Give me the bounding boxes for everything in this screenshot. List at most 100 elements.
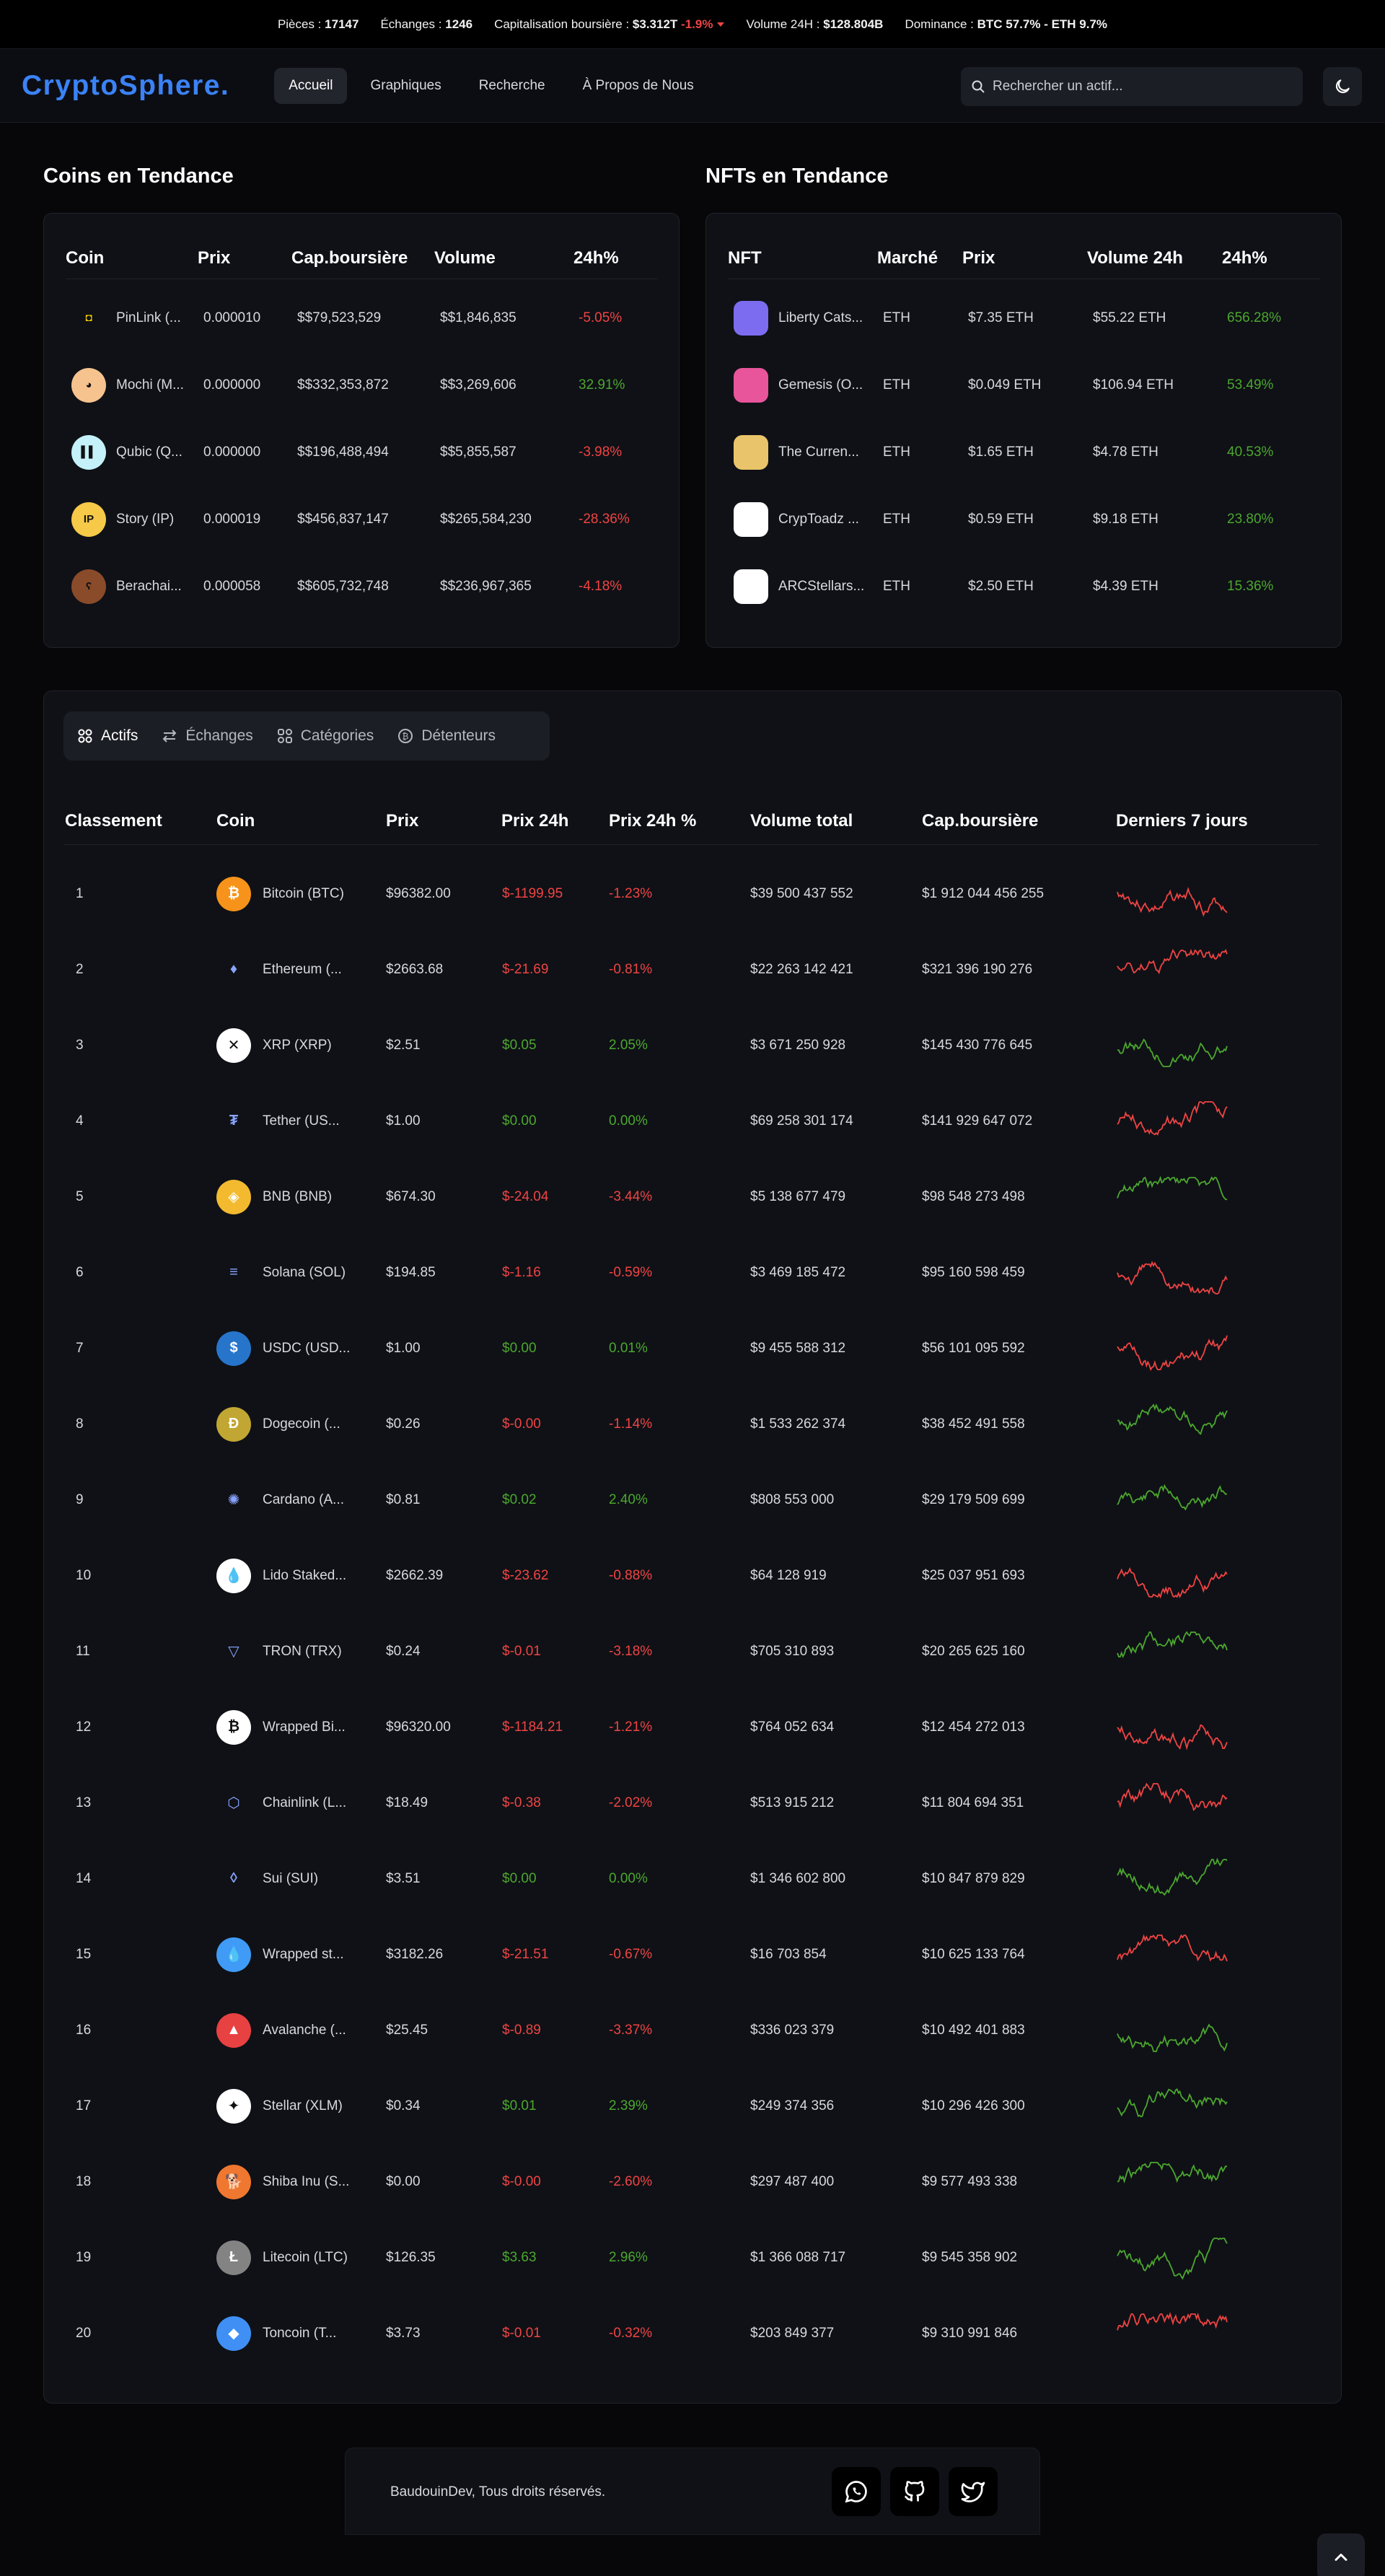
nft-cell: ARCStellars... [734, 553, 874, 620]
rank-cell: 4 [76, 1113, 84, 1129]
trending-nft-row[interactable]: Gemesis (O... ETH $0.049 ETH $106.94 ETH 53.… [706, 351, 1341, 419]
col-header-price-24h-pct[interactable]: Prix 24h % [609, 811, 696, 831]
global-stats-bar: Pièces : 17147 Échanges : 1246 Capitalis… [0, 0, 1385, 49]
table-row[interactable]: 11 $0.24 $-0.01 -3.18% $705 310 893 $20 265 6… [0, 1613, 1385, 1689]
price-24h-pct-cell: -1.23% [609, 885, 653, 901]
table-row[interactable]: 6 $194.85 $-1.16 -0.59% $3 469 185 472 $95 16… [0, 1235, 1385, 1310]
table-row[interactable]: 18 $0.00 $-0.00 -2.60% $297 487 400 $9 577 49… [0, 2144, 1385, 2220]
trending-nft-row[interactable]: Liberty Cats... ETH $7.35 ETH $55.22 ETH 656… [706, 284, 1341, 351]
tab-categories[interactable]: Catégories [276, 727, 374, 745]
table-row[interactable]: 13 $18.49 $-0.38 -2.02% $513 915 212 $11 804 … [0, 1765, 1385, 1841]
trending-coin-row[interactable]: IP Story (IP) 0.000019 $$456,837,147 $$265,5… [44, 486, 679, 553]
col-header-price[interactable]: Prix [386, 811, 418, 831]
twitter-button[interactable] [949, 2467, 998, 2516]
col-header-rank[interactable]: Classement [65, 811, 162, 831]
cardano-icon: ✺ [216, 1482, 251, 1517]
coin-name: TRON (TRX) [263, 1643, 342, 1659]
coin-cell: ✺ Cardano (A... [216, 1462, 344, 1538]
table-row[interactable]: 14 $3.51 $0.00 0.00% $1 346 602 800 $10 847 8… [0, 1841, 1385, 1916]
volume-cell: $764 052 634 [750, 1719, 835, 1735]
table-row[interactable]: 20 $3.73 $-0.01 -0.32% $203 849 377 $9 310 99… [0, 2295, 1385, 2371]
coin-cell: ◘ PinLink (... [71, 284, 190, 351]
price-cell: $2.51 [386, 1037, 421, 1053]
trending-nft-row[interactable]: ARCStellars... ETH $2.50 ETH $4.39 ETH 15.36… [706, 553, 1341, 620]
coin-cell: $ USDC (USD... [216, 1310, 350, 1386]
coin-cell: 🐕 Shiba Inu (S... [216, 2144, 349, 2220]
trending-coin-row[interactable]: ʕ Berachai... 0.000058 $$605,732,748 $$236,9… [44, 553, 679, 620]
tab-assets[interactable]: Actifs [76, 727, 138, 745]
table-row[interactable]: 4 $1.00 $0.00 0.00% $69 258 301 174 $141 929 … [0, 1083, 1385, 1159]
coin-market-cap: $$332,353,872 [297, 377, 389, 393]
sparkline-path [1117, 1724, 1228, 1751]
trending-nft-row[interactable]: CrypToadz ... ETH $0.59 ETH $9.18 ETH 23.80% [706, 486, 1341, 553]
tab-label: Échanges [185, 727, 253, 744]
table-row[interactable]: 9 $0.81 $0.02 2.40% $808 553 000 $29 179 509 … [0, 1462, 1385, 1538]
nav-home[interactable]: Accueil [274, 67, 348, 104]
market-cap-cell: $95 160 598 459 [922, 1264, 1025, 1280]
whatsapp-icon [845, 2481, 867, 2503]
table-row[interactable]: 12 $96320.00 $-1184.21 -1.21% $764 052 634 $1… [0, 1689, 1385, 1765]
table-row[interactable]: 15 $3182.26 $-21.51 -0.67% $16 703 854 $10 62… [0, 1916, 1385, 1992]
search-input[interactable] [993, 79, 1281, 95]
nft-change: 656.28% [1227, 310, 1282, 325]
table-row[interactable]: 8 $0.26 $-0.00 -1.14% $1 533 262 374 $38 452 … [0, 1386, 1385, 1462]
table-row[interactable]: 7 $1.00 $0.00 0.01% $9 455 588 312 $56 101 09… [0, 1310, 1385, 1386]
table-row[interactable]: 1 $96382.00 $-1199.95 -1.23% $39 500 437 552… [0, 856, 1385, 932]
price-24h-cell: $-21.51 [502, 1946, 549, 1962]
table-row[interactable]: 2 $2663.68 $-21.69 -0.81% $22 263 142 421 $32… [0, 932, 1385, 1007]
market-cap-cell: $9 545 358 902 [922, 2249, 1018, 2265]
nft-change: 40.53% [1227, 444, 1274, 460]
trending-coin-row[interactable]: ◕ Mochi (M... 0.000000 $$332,353,872 $$3,269… [44, 351, 679, 419]
table-row[interactable]: 3 $2.51 $0.05 2.05% $3 671 250 928 $145 430 7… [0, 1007, 1385, 1083]
nav-about[interactable]: À Propos de Nous [568, 68, 708, 104]
nft-change: 53.49% [1227, 377, 1274, 393]
coin-volume: $$1,846,835 [440, 310, 516, 325]
sparkline-7d [1117, 1175, 1228, 1201]
col-header-coin[interactable]: Coin [216, 811, 255, 831]
nav-search[interactable]: Recherche [465, 68, 560, 104]
sui-icon: ◊ [216, 1861, 251, 1896]
trending-coin-row[interactable]: ◘ PinLink (... 0.000010 $$79,523,529 $$1,846… [44, 284, 679, 351]
table-row[interactable]: 17 $0.34 $0.01 2.39% $249 374 356 $10 296 426… [0, 2068, 1385, 2144]
table-row[interactable]: 16 $25.45 $-0.89 -3.37% $336 023 379 $10 492 … [0, 1992, 1385, 2068]
rank-cell: 17 [76, 2098, 92, 2113]
volume-cell: $3 469 185 472 [750, 1264, 846, 1280]
market-cap-cell: $29 179 509 699 [922, 1491, 1025, 1507]
coin-cell: ₮ Tether (US... [216, 1083, 340, 1159]
trending-nfts-card: NFT Marché Prix Volume 24h 24h% Liberty … [705, 213, 1342, 648]
price-24h-cell: $-23.62 [502, 1567, 549, 1583]
coin-volume: $$265,584,230 [440, 511, 532, 527]
stat-exchanges: Échanges : 1246 [380, 17, 473, 31]
bitcoin-circle-icon: ₿ [398, 729, 413, 743]
pinlink-icon: ◘ [71, 300, 106, 336]
qubic-icon: ▌▌ [71, 434, 106, 470]
col-header-market-cap[interactable]: Cap.boursière [922, 811, 1038, 831]
twitter-icon [961, 2481, 985, 2502]
sparkline-path [1117, 1934, 1228, 1962]
coin-cell: IP Story (IP) [71, 486, 190, 553]
whatsapp-button[interactable] [832, 2467, 881, 2516]
trending-nft-row[interactable]: The Curren... ETH $1.65 ETH $4.78 ETH 40.53% [706, 419, 1341, 486]
sparkline-7d [1117, 1631, 1228, 1659]
theme-toggle-button[interactable] [1323, 67, 1362, 106]
price-24h-pct-cell: -0.59% [609, 1264, 653, 1280]
price-cell: $3.51 [386, 1870, 421, 1886]
table-row[interactable]: 10 $2662.39 $-23.62 -0.88% $64 128 919 $25 03… [0, 1538, 1385, 1613]
nft-cell: Gemesis (O... [734, 351, 874, 419]
sparkline-path [1117, 1175, 1228, 1201]
price-cell: $18.49 [386, 1795, 428, 1810]
volume-cell: $22 263 142 421 [750, 961, 853, 977]
github-button[interactable] [890, 2467, 939, 2516]
logo[interactable]: CryptoSphere. [22, 70, 229, 102]
scroll-to-top-button[interactable] [1317, 2533, 1365, 2576]
col-header-total-volume[interactable]: Volume total [750, 811, 853, 831]
table-row[interactable]: 5 $674.30 $-24.04 -3.44% $5 138 677 479 $98 5… [0, 1159, 1385, 1235]
col-header-price-24h[interactable]: Prix 24h [501, 811, 568, 831]
tab-exchanges[interactable]: Échanges [161, 727, 253, 745]
mochi-icon: ◕ [71, 367, 106, 403]
nav-charts[interactable]: Graphiques [356, 68, 455, 104]
tab-holders[interactable]: ₿ Détenteurs [397, 727, 496, 745]
table-row[interactable]: 19 $126.35 $3.63 2.96% $1 366 088 717 $9 545 … [0, 2220, 1385, 2295]
trending-coin-row[interactable]: ▌▌ Qubic (Q... 0.000000 $$196,488,494 $$5,85… [44, 419, 679, 486]
trending-coins-card: Coin Prix Cap.boursière Volume 24h% ◘ Pin… [43, 213, 680, 648]
